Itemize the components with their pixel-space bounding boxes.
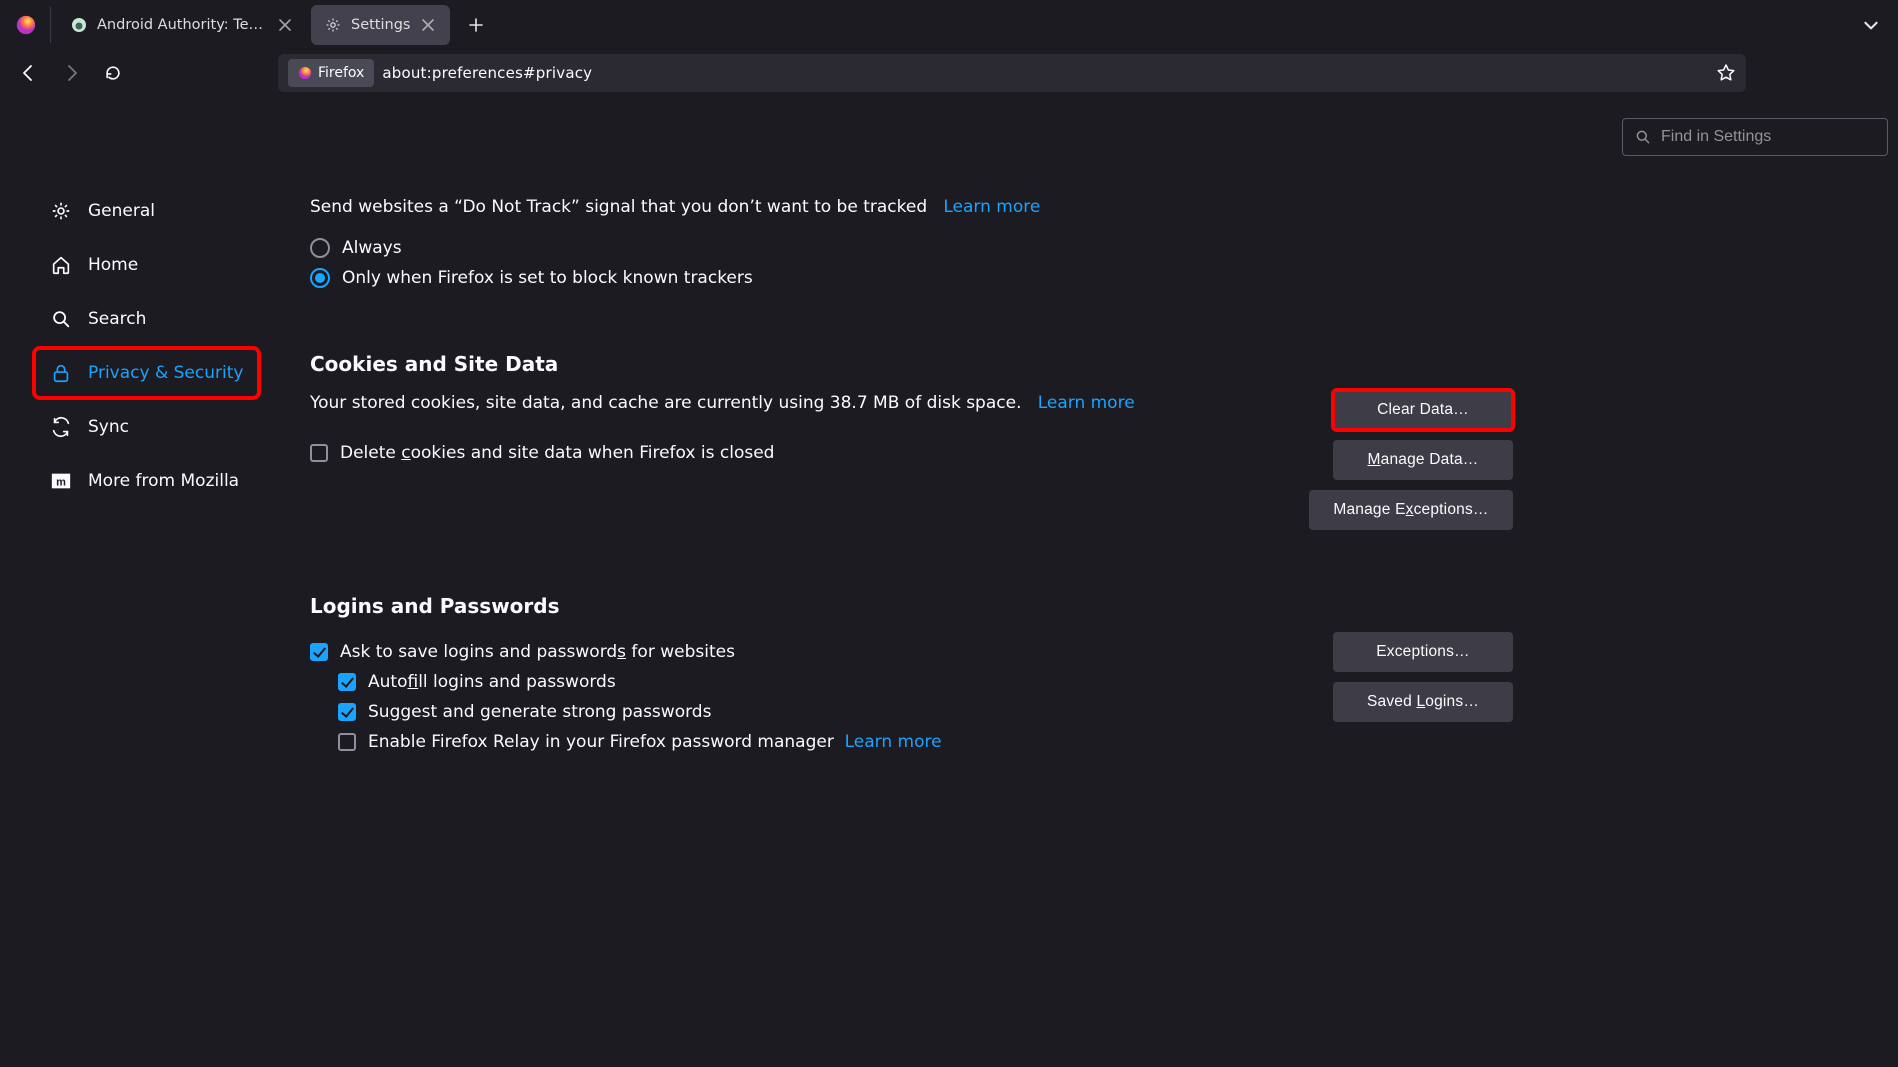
relay-checkbox[interactable] (338, 733, 356, 751)
nav-toolbar: Firefox about:preferences#privacy (0, 50, 1898, 96)
logins-section: Logins and Passwords Ask to save logins … (310, 594, 1513, 762)
autofill-label: Autofill logins and passwords (368, 672, 616, 692)
saved-logins-button[interactable]: Saved Logins… (1333, 682, 1513, 722)
manage-data-button[interactable]: Manage Data… (1333, 440, 1513, 480)
sidebar-item-home[interactable]: Home (34, 240, 259, 290)
ask-save-logins-checkbox[interactable] (310, 643, 328, 661)
relay-label: Enable Firefox Relay in your Firefox pas… (368, 732, 942, 752)
identity-label: Firefox (318, 65, 364, 81)
mozilla-icon: m (50, 470, 72, 492)
identity-badge[interactable]: Firefox (288, 59, 374, 87)
lock-icon (50, 362, 72, 384)
autofill-checkbox[interactable] (338, 673, 356, 691)
settings-main: Send websites a “Do Not Track” signal th… (300, 96, 1898, 1067)
sidebar-item-sync[interactable]: Sync (34, 402, 259, 452)
gear-icon (325, 17, 341, 33)
sidebar-item-label: General (88, 201, 155, 221)
cookies-section: Cookies and Site Data Your stored cookie… (310, 352, 1513, 530)
settings-search-input[interactable] (1661, 128, 1875, 146)
tab-label: Settings (351, 17, 410, 33)
cookies-learn-more-link[interactable]: Learn more (1038, 393, 1135, 413)
dnt-only-when-label: Only when Firefox is set to block known … (342, 268, 753, 288)
site-favicon-icon (71, 17, 87, 33)
close-icon[interactable] (277, 17, 293, 33)
dnt-always-label: Always (342, 238, 402, 258)
gear-icon (50, 200, 72, 222)
logins-exceptions-button[interactable]: Exceptions… (1333, 632, 1513, 672)
delete-on-close-checkbox[interactable] (310, 444, 328, 462)
forward-button[interactable] (54, 56, 88, 90)
sync-icon (50, 416, 72, 438)
delete-on-close-label: Delete cookies and site data when Firefo… (340, 443, 774, 463)
dnt-intro-text: Send websites a “Do Not Track” signal th… (310, 197, 927, 217)
dnt-always-radio[interactable] (310, 238, 330, 258)
sidebar-item-label: Home (88, 255, 138, 275)
sidebar-item-more-mozilla[interactable]: m More from Mozilla (34, 456, 259, 506)
suggest-passwords-label: Suggest and generate strong passwords (368, 702, 711, 722)
bookmark-star-icon[interactable] (1716, 63, 1736, 83)
sidebar-item-label: Search (88, 309, 146, 329)
sidebar-item-general[interactable]: General (34, 186, 259, 236)
url-text: about:preferences#privacy (382, 64, 592, 82)
settings-search[interactable] (1622, 118, 1888, 156)
url-bar[interactable]: Firefox about:preferences#privacy (278, 54, 1746, 92)
search-icon (50, 308, 72, 330)
new-tab-button[interactable] (460, 9, 492, 41)
dnt-only-when-radio[interactable] (310, 268, 330, 288)
sidebar-item-label: Sync (88, 417, 129, 437)
cookies-title: Cookies and Site Data (310, 352, 1513, 376)
reload-button[interactable] (96, 56, 130, 90)
dnt-section: Send websites a “Do Not Track” signal th… (310, 194, 1513, 288)
tabs-overflow-button[interactable] (1856, 10, 1886, 40)
firefox-logo-icon (14, 13, 38, 37)
tab-settings[interactable]: Settings (311, 5, 450, 45)
home-icon (50, 254, 72, 276)
suggest-passwords-checkbox[interactable] (338, 703, 356, 721)
logins-title: Logins and Passwords (310, 594, 1513, 618)
tab-android-authority[interactable]: Android Authority: Tech Reviews (57, 5, 307, 45)
dnt-learn-more-link[interactable]: Learn more (943, 197, 1040, 217)
sidebar-item-label: More from Mozilla (88, 471, 239, 491)
tab-label: Android Authority: Tech Reviews (97, 17, 267, 33)
clear-data-button[interactable]: Clear Data… (1333, 390, 1513, 430)
sidebar-item-search[interactable]: Search (34, 294, 259, 344)
relay-learn-more-link[interactable]: Learn more (845, 732, 942, 752)
tab-strip: Android Authority: Tech Reviews Settings (0, 0, 1898, 50)
sidebar-item-privacy[interactable]: Privacy & Security (34, 348, 259, 398)
ask-save-logins-label: Ask to save logins and passwords for web… (340, 642, 735, 662)
close-icon[interactable] (420, 17, 436, 33)
manage-exceptions-button[interactable]: Manage Exceptions… (1309, 490, 1513, 530)
cookies-desc-text: Your stored cookies, site data, and cach… (310, 393, 1021, 413)
svg-text:m: m (56, 477, 66, 489)
back-button[interactable] (12, 56, 46, 90)
sidebar-item-label: Privacy & Security (88, 363, 243, 383)
settings-sidebar: General Home Search Privacy & Security S… (0, 96, 300, 1067)
